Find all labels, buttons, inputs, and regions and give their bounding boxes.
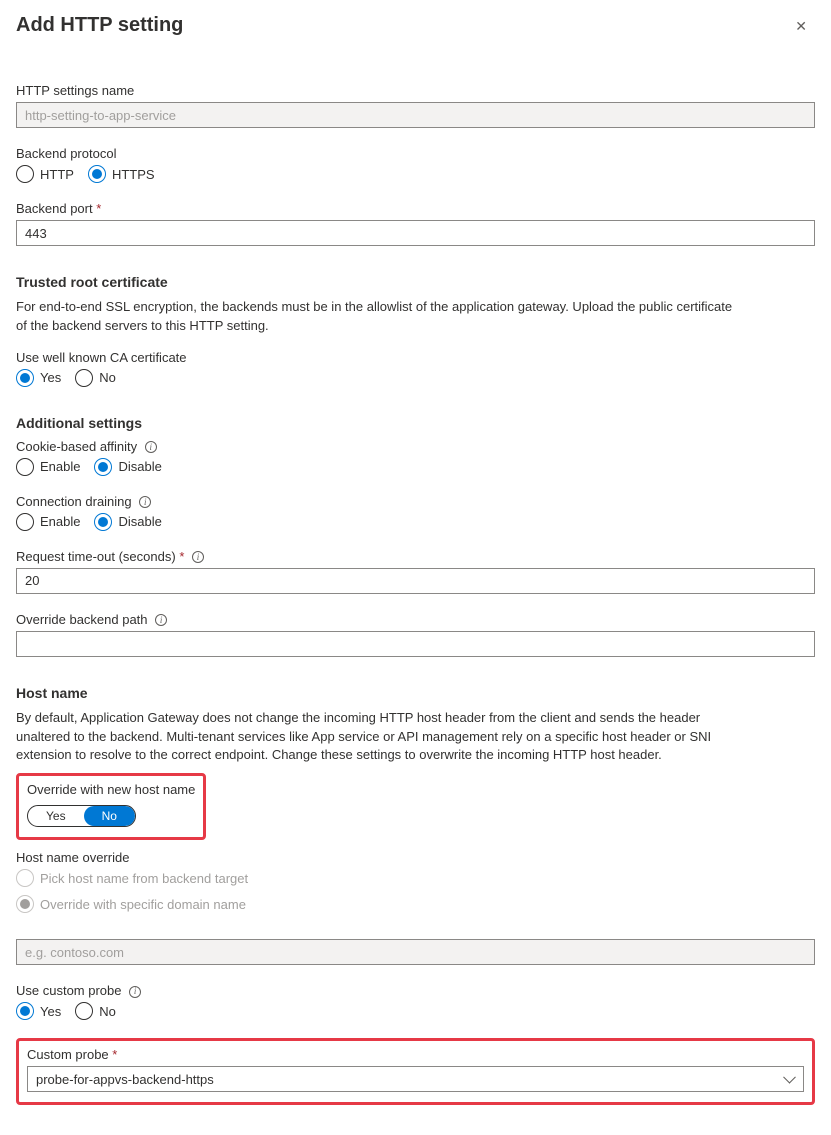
domain-name-input[interactable] xyxy=(16,939,815,965)
custom-probe-select[interactable] xyxy=(27,1066,804,1092)
radio-icon xyxy=(88,165,106,183)
radio-label: Yes xyxy=(40,1004,61,1019)
override-backend-path-label: Override backend path i xyxy=(16,612,815,627)
override-new-host-toggle[interactable]: Yes No xyxy=(27,805,136,827)
host-name-title: Host name xyxy=(16,685,815,701)
radio-icon xyxy=(94,458,112,476)
toggle-no[interactable]: No xyxy=(84,806,135,826)
radio-label: Yes xyxy=(40,370,61,385)
host-override-domain-radio: Override with specific domain name xyxy=(16,895,246,913)
radio-icon xyxy=(16,869,34,887)
use-custom-probe-no-radio[interactable]: No xyxy=(75,1002,116,1020)
radio-icon xyxy=(16,895,34,913)
info-icon[interactable]: i xyxy=(139,496,151,508)
override-backend-path-input[interactable] xyxy=(16,631,815,657)
backend-port-input[interactable] xyxy=(16,220,815,246)
custom-probe-highlight: Custom probe * xyxy=(16,1038,815,1105)
connection-draining-label: Connection draining i xyxy=(16,494,815,509)
radio-label: Disable xyxy=(118,459,161,474)
additional-settings-title: Additional settings xyxy=(16,415,815,431)
connection-draining-disable-radio[interactable]: Disable xyxy=(94,513,161,531)
toggle-yes[interactable]: Yes xyxy=(28,806,84,826)
page-title: Add HTTP setting xyxy=(16,14,183,37)
radio-label: Override with specific domain name xyxy=(40,897,246,912)
well-known-ca-no-radio[interactable]: No xyxy=(75,369,116,387)
host-name-desc: By default, Application Gateway does not… xyxy=(16,709,746,766)
radio-icon xyxy=(75,1002,93,1020)
http-settings-name-input[interactable] xyxy=(16,102,815,128)
info-icon[interactable]: i xyxy=(192,551,204,563)
radio-icon xyxy=(94,513,112,531)
radio-label: HTTPS xyxy=(112,167,155,182)
custom-probe-label: Custom probe * xyxy=(27,1047,804,1062)
request-timeout-input[interactable] xyxy=(16,568,815,594)
host-override-pick-radio: Pick host name from backend target xyxy=(16,869,248,887)
trusted-root-cert-desc: For end-to-end SSL encryption, the backe… xyxy=(16,298,746,336)
info-icon[interactable]: i xyxy=(145,441,157,453)
request-timeout-label: Request time-out (seconds) * i xyxy=(16,549,815,564)
radio-label: HTTP xyxy=(40,167,74,182)
use-custom-probe-label: Use custom probe i xyxy=(16,983,815,998)
override-new-host-label: Override with new host name xyxy=(27,782,195,797)
radio-icon xyxy=(16,458,34,476)
cookie-affinity-enable-radio[interactable]: Enable xyxy=(16,458,80,476)
override-host-highlight: Override with new host name Yes No xyxy=(16,773,206,840)
radio-label: Disable xyxy=(118,514,161,529)
cookie-affinity-disable-radio[interactable]: Disable xyxy=(94,458,161,476)
use-custom-probe-yes-radio[interactable]: Yes xyxy=(16,1002,61,1020)
radio-label: No xyxy=(99,1004,116,1019)
radio-label: Enable xyxy=(40,459,80,474)
http-settings-name-label: HTTP settings name xyxy=(16,83,815,98)
radio-icon xyxy=(75,369,93,387)
well-known-ca-label: Use well known CA certificate xyxy=(16,350,815,365)
backend-protocol-https-radio[interactable]: HTTPS xyxy=(88,165,155,183)
backend-port-label: Backend port * xyxy=(16,201,815,216)
trusted-root-cert-title: Trusted root certificate xyxy=(16,274,815,290)
backend-protocol-http-radio[interactable]: HTTP xyxy=(16,165,74,183)
info-icon[interactable]: i xyxy=(155,614,167,626)
radio-icon xyxy=(16,369,34,387)
radio-icon xyxy=(16,1002,34,1020)
cookie-affinity-label: Cookie-based affinity i xyxy=(16,439,815,454)
host-name-override-label: Host name override xyxy=(16,850,815,865)
radio-label: No xyxy=(99,370,116,385)
radio-icon xyxy=(16,165,34,183)
close-icon[interactable]: ✕ xyxy=(787,14,815,39)
connection-draining-enable-radio[interactable]: Enable xyxy=(16,513,80,531)
info-icon[interactable]: i xyxy=(129,986,141,998)
backend-protocol-label: Backend protocol xyxy=(16,146,815,161)
well-known-ca-yes-radio[interactable]: Yes xyxy=(16,369,61,387)
radio-label: Enable xyxy=(40,514,80,529)
radio-icon xyxy=(16,513,34,531)
radio-label: Pick host name from backend target xyxy=(40,871,248,886)
